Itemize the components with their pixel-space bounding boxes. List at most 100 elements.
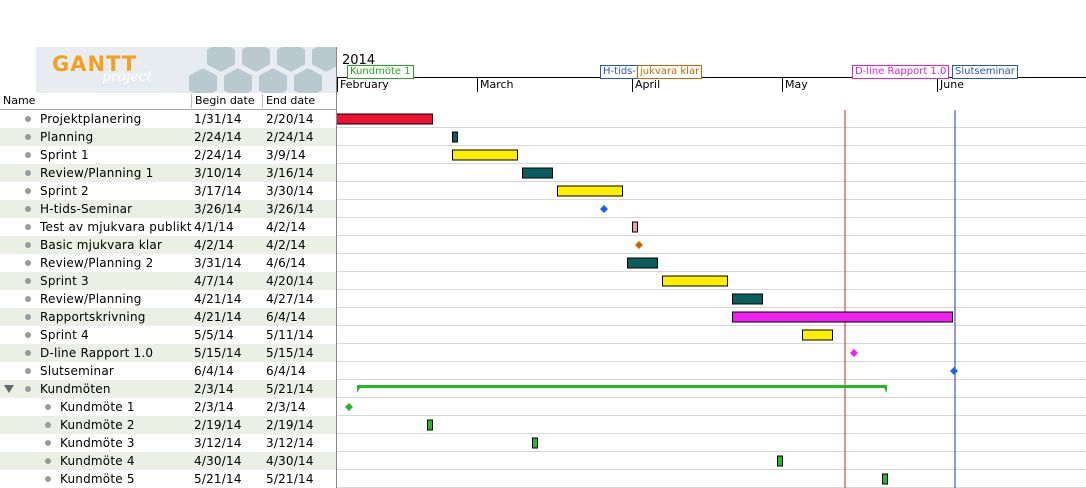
task-bullet-icon xyxy=(25,116,31,122)
task-begin-date: 4/21/14 xyxy=(194,292,242,306)
table-row[interactable]: Basic mjukvara klar 4/2/14 4/2/14 xyxy=(0,236,336,254)
task-bar[interactable] xyxy=(452,149,518,161)
task-bar[interactable] xyxy=(337,113,433,125)
task-end-date: 5/21/14 xyxy=(266,382,314,396)
task-bullet-icon xyxy=(45,440,51,446)
task-end-date: 4/20/14 xyxy=(266,274,314,288)
table-row[interactable]: Kundmöte 4 4/30/14 4/30/14 xyxy=(0,452,336,470)
task-bar[interactable] xyxy=(627,257,658,269)
task-begin-date: 5/15/14 xyxy=(194,346,242,360)
task-end-date: 3/9/14 xyxy=(266,148,306,162)
task-name: Kundmöte 4 xyxy=(60,454,135,468)
task-bullet-icon xyxy=(25,368,31,374)
task-bar[interactable] xyxy=(532,437,538,449)
task-end-date: 5/15/14 xyxy=(266,346,314,360)
summary-bar[interactable] xyxy=(357,385,887,393)
table-row[interactable]: Review/Planning 1 3/10/14 3/16/14 xyxy=(0,164,336,182)
task-bullet-icon xyxy=(45,422,51,428)
task-bullet-icon xyxy=(25,278,31,284)
task-name: Sprint 4 xyxy=(40,328,89,342)
task-name: Projektplanering xyxy=(40,112,142,126)
task-begin-date: 1/31/14 xyxy=(194,112,242,126)
task-bullet-icon xyxy=(25,260,31,266)
table-row[interactable]: Test av mjukvara publikt 4/1/14 4/2/14 xyxy=(0,218,336,236)
task-bar[interactable] xyxy=(427,419,433,431)
task-name: Sprint 3 xyxy=(40,274,89,288)
task-bullet-icon xyxy=(25,206,31,212)
task-bullet-icon xyxy=(25,350,31,356)
task-name: Test av mjukvara publikt xyxy=(40,220,192,234)
task-name: Planning xyxy=(40,130,94,144)
task-table-header: Name Begin date End date xyxy=(0,93,336,110)
table-row[interactable]: Review/Planning 4/21/14 4/27/14 xyxy=(0,290,336,308)
task-bullet-icon xyxy=(25,224,31,230)
table-row[interactable]: H-tids-Seminar 3/26/14 3/26/14 xyxy=(0,200,336,218)
task-begin-date: 2/19/14 xyxy=(194,418,242,432)
task-bullet-icon xyxy=(25,314,31,320)
task-name: Kundmöte 5 xyxy=(60,472,135,486)
task-begin-date: 2/24/14 xyxy=(194,130,242,144)
task-bullet-icon xyxy=(25,170,31,176)
task-bar[interactable] xyxy=(732,293,763,305)
task-end-date: 2/24/14 xyxy=(266,130,314,144)
gantt-bars[interactable] xyxy=(337,47,1086,488)
task-end-date: 5/21/14 xyxy=(266,472,314,486)
task-begin-date: 2/3/14 xyxy=(194,382,234,396)
milestone-diamond-icon[interactable] xyxy=(950,367,958,375)
milestone-diamond-icon[interactable] xyxy=(635,241,643,249)
task-name: Review/Planning 2 xyxy=(40,256,154,270)
task-begin-date: 3/10/14 xyxy=(194,166,242,180)
task-end-date: 3/16/14 xyxy=(266,166,314,180)
task-bar[interactable] xyxy=(557,185,623,197)
task-bullet-icon xyxy=(25,188,31,194)
task-bullet-icon xyxy=(45,476,51,482)
task-bar[interactable] xyxy=(777,455,783,467)
task-end-date: 4/30/14 xyxy=(266,454,314,468)
task-begin-date: 2/24/14 xyxy=(194,148,242,162)
table-row[interactable]: Projektplanering 1/31/14 2/20/14 xyxy=(0,110,336,128)
table-row[interactable]: Review/Planning 2 3/31/14 4/6/14 xyxy=(0,254,336,272)
task-bar[interactable] xyxy=(662,275,728,287)
task-bar[interactable] xyxy=(882,473,888,485)
task-begin-date: 4/21/14 xyxy=(194,310,242,324)
table-row[interactable]: Kundmöten 2/3/14 5/21/14 xyxy=(0,380,336,398)
task-begin-date: 4/1/14 xyxy=(194,220,234,234)
column-divider[interactable] xyxy=(262,94,263,108)
table-row[interactable]: Rapportskrivning 4/21/14 6/4/14 xyxy=(0,308,336,326)
task-bar[interactable] xyxy=(802,329,833,341)
table-row[interactable]: Planning 2/24/14 2/24/14 xyxy=(0,128,336,146)
table-row[interactable]: Kundmöte 3 3/12/14 3/12/14 xyxy=(0,434,336,452)
table-row[interactable]: Kundmöte 5 5/21/14 5/21/14 xyxy=(0,470,336,488)
task-bar[interactable] xyxy=(522,167,553,179)
expand-triangle-icon[interactable] xyxy=(4,385,14,393)
task-begin-date: 3/17/14 xyxy=(194,184,242,198)
task-bullet-icon xyxy=(45,458,51,464)
task-begin-date: 6/4/14 xyxy=(194,364,234,378)
task-name: Basic mjukvara klar xyxy=(40,238,163,252)
table-row[interactable]: Sprint 4 5/5/14 5/11/14 xyxy=(0,326,336,344)
task-bar[interactable] xyxy=(632,221,638,233)
table-row[interactable]: Sprint 2 3/17/14 3/30/14 xyxy=(0,182,336,200)
milestone-diamond-icon[interactable] xyxy=(345,403,353,411)
column-divider[interactable] xyxy=(191,94,192,108)
task-name: H-tids-Seminar xyxy=(40,202,133,216)
task-end-date: 6/4/14 xyxy=(266,364,306,378)
table-row[interactable]: D-line Rapport 1.0 5/15/14 5/15/14 xyxy=(0,344,336,362)
table-row[interactable]: Slutseminar 6/4/14 6/4/14 xyxy=(0,362,336,380)
table-row[interactable]: Sprint 3 4/7/14 4/20/14 xyxy=(0,272,336,290)
column-begin-header[interactable]: Begin date xyxy=(195,94,255,107)
column-name-header[interactable]: Name xyxy=(3,94,35,107)
task-bar[interactable] xyxy=(452,131,458,143)
table-row[interactable]: Kundmöte 2 2/19/14 2/19/14 xyxy=(0,416,336,434)
task-end-date: 6/4/14 xyxy=(266,310,306,324)
column-end-header[interactable]: End date xyxy=(266,94,315,107)
milestone-diamond-icon[interactable] xyxy=(600,205,608,213)
task-begin-date: 3/31/14 xyxy=(194,256,242,270)
table-row[interactable]: Kundmöte 1 2/3/14 2/3/14 xyxy=(0,398,336,416)
gantt-chart[interactable]: 2014 February March April May June Kundmöte … xyxy=(336,47,1086,488)
task-bullet-icon xyxy=(45,404,51,410)
task-bar[interactable] xyxy=(732,311,953,323)
table-row[interactable]: Sprint 1 2/24/14 3/9/14 xyxy=(0,146,336,164)
milestone-diamond-icon[interactable] xyxy=(850,349,858,357)
task-name: Rapportskrivning xyxy=(40,310,146,324)
